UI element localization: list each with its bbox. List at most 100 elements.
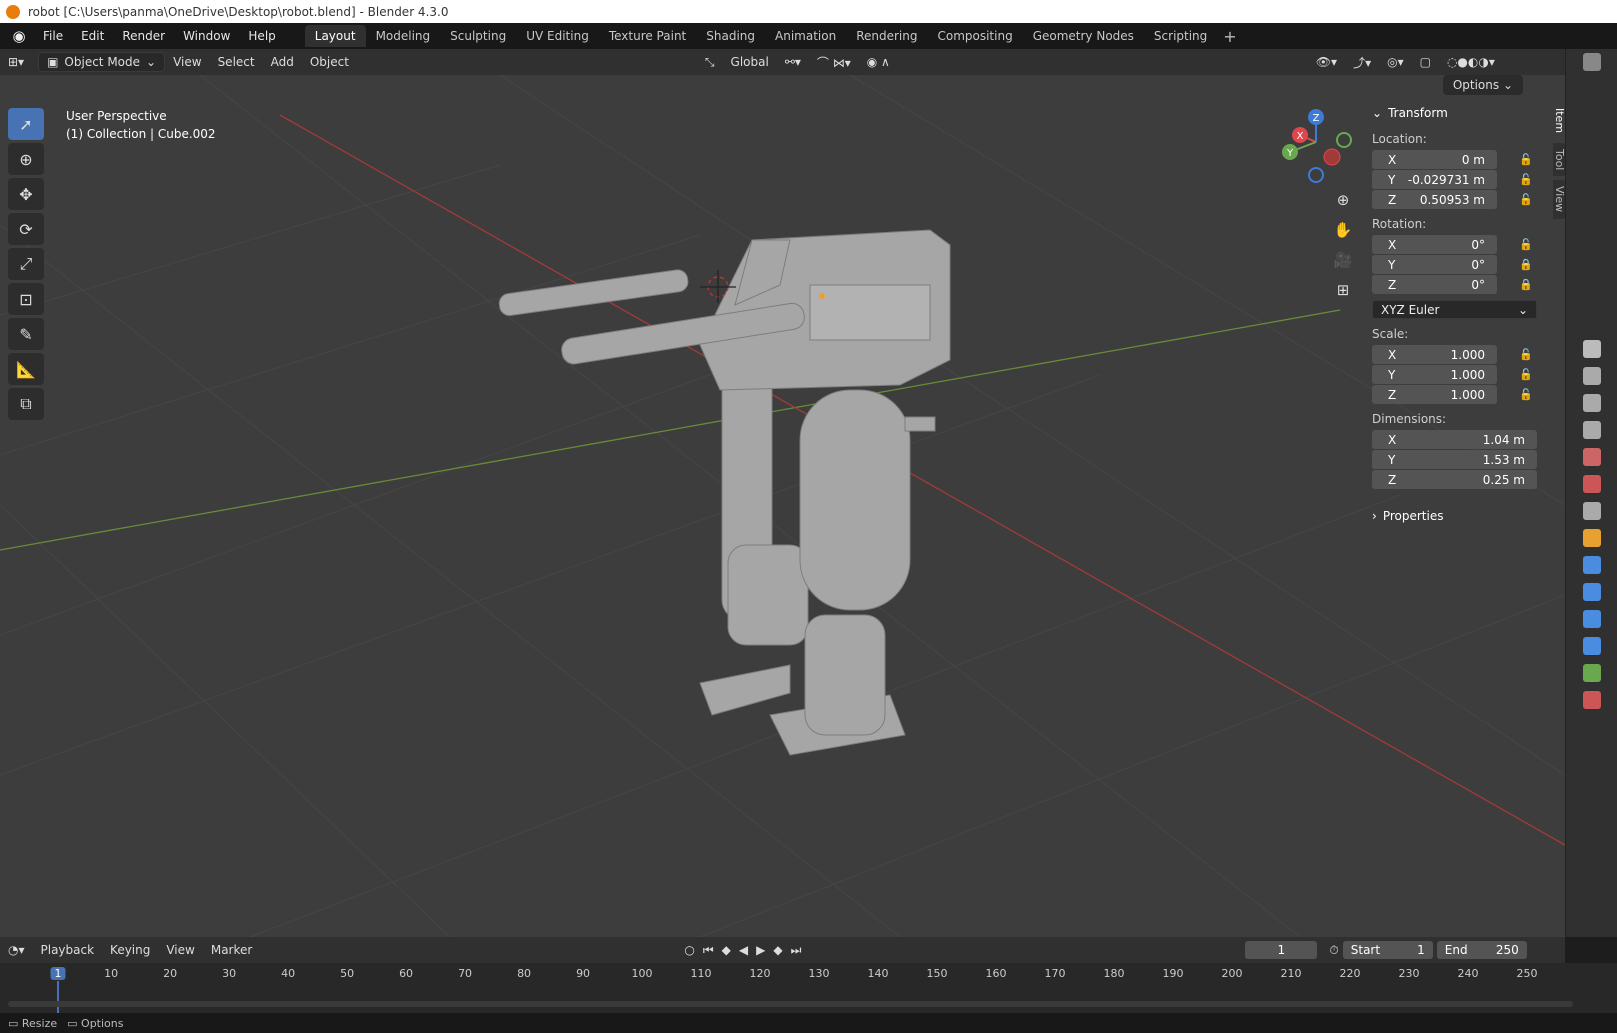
pan-hand-icon[interactable]: ✋ — [1330, 217, 1356, 243]
next-keyframe-icon[interactable]: ◆ — [769, 943, 786, 957]
menu-file[interactable]: File — [34, 23, 72, 49]
tab-compositing[interactable]: Compositing — [927, 25, 1022, 47]
timeline-editor-icon[interactable]: ◔▾ — [0, 943, 33, 957]
physics-icon[interactable] — [1583, 610, 1601, 628]
transform-tool-icon[interactable]: ⊡ — [8, 283, 44, 315]
add-cube-tool-icon[interactable]: ⧉ — [8, 388, 44, 420]
lock-icon[interactable]: 🔒 — [1519, 258, 1533, 271]
tab-sculpting[interactable]: Sculpting — [440, 25, 516, 47]
location-z-field[interactable]: Z 0.50953 m — [1372, 190, 1497, 209]
timeline-menu-marker[interactable]: Marker — [203, 943, 260, 957]
menu-help[interactable]: Help — [239, 23, 284, 49]
blender-menu-icon[interactable]: ◉ — [10, 27, 28, 45]
current-frame-field[interactable]: 1 — [1245, 941, 1318, 959]
tab-tool[interactable]: Tool — [1553, 143, 1565, 177]
timeline-ruler[interactable]: 1 10 20 30 40 50 60 70 80 90 100 110 120 130 140 150 160… — [0, 963, 1617, 1013]
rotation-z-field[interactable]: Z 0° — [1372, 275, 1497, 294]
gizmo-icon[interactable]: ⤴▾ — [1345, 54, 1379, 71]
orientation-dropdown[interactable]: Global — [723, 55, 777, 69]
scale-x-field[interactable]: X 1.000 — [1372, 345, 1497, 364]
robot-model[interactable] — [498, 229, 951, 756]
jump-end-icon[interactable]: ⏭ — [787, 943, 806, 958]
prev-keyframe-icon[interactable]: ◆ — [718, 943, 735, 957]
header-menu-view[interactable]: View — [165, 55, 209, 69]
snap-icon[interactable]: ⌒ ⋈▾ — [809, 54, 859, 71]
dimensions-z-field[interactable]: Z 0.25 m — [1372, 470, 1537, 489]
proportional-edit-icon[interactable]: ◉ ∧ — [859, 55, 898, 69]
menu-edit[interactable]: Edit — [72, 23, 113, 49]
tab-scripting[interactable]: Scripting — [1144, 25, 1217, 47]
select-box-tool-icon[interactable]: ➚ — [8, 108, 44, 140]
transform-panel-header[interactable]: ⌄ Transform — [1372, 106, 1552, 120]
unlock-icon[interactable]: 🔓 — [1519, 388, 1533, 401]
properties-panel-header[interactable]: › Properties — [1372, 509, 1552, 523]
navigation-gizmo[interactable]: Z X Y — [1282, 109, 1352, 183]
rotation-y-field[interactable]: Y 0° — [1372, 255, 1497, 274]
scale-tool-icon[interactable]: ⤢ — [8, 248, 44, 280]
unlock-icon[interactable]: 🔓 — [1519, 193, 1533, 206]
play-reverse-icon[interactable]: ◀ — [735, 943, 752, 957]
lock-icon[interactable]: 🔒 — [1519, 278, 1533, 291]
scene-properties-icon[interactable] — [1583, 448, 1601, 466]
header-menu-add[interactable]: Add — [263, 55, 302, 69]
unlock-icon[interactable]: 🔓 — [1519, 173, 1533, 186]
camera-view-icon[interactable]: 🎥 — [1330, 247, 1356, 273]
data-properties-icon[interactable] — [1583, 664, 1601, 682]
annotate-tool-icon[interactable]: ✎ — [8, 318, 44, 350]
material-properties-icon[interactable] — [1583, 691, 1601, 709]
tab-geometry-nodes[interactable]: Geometry Nodes — [1023, 25, 1144, 47]
location-y-field[interactable]: Y -0.029731 m — [1372, 170, 1497, 189]
outliner-icon[interactable] — [1583, 53, 1601, 71]
unlock-icon[interactable]: 🔓 — [1519, 368, 1533, 381]
tab-uv-editing[interactable]: UV Editing — [516, 25, 599, 47]
timeline-menu-view[interactable]: View — [158, 943, 202, 957]
tab-modeling[interactable]: Modeling — [366, 25, 441, 47]
timeline-scrollbar[interactable] — [8, 1001, 1573, 1007]
timeline-menu-playback[interactable]: Playback — [33, 943, 103, 957]
dimensions-y-field[interactable]: Y 1.53 m — [1372, 450, 1537, 469]
record-icon[interactable]: ○ — [680, 943, 698, 957]
end-frame-field[interactable]: End 250 — [1436, 941, 1527, 959]
playhead[interactable] — [57, 981, 59, 1013]
measure-tool-icon[interactable]: 📐 — [8, 353, 44, 385]
particles-icon[interactable] — [1583, 583, 1601, 601]
rotation-x-field[interactable]: X 0° — [1372, 235, 1497, 254]
clock-icon[interactable]: ⏱ — [1325, 943, 1342, 958]
unlock-icon[interactable]: 🔓 — [1519, 348, 1533, 361]
constraints-icon[interactable] — [1583, 637, 1601, 655]
menu-window[interactable]: Window — [174, 23, 239, 49]
output-properties-icon[interactable] — [1583, 394, 1601, 412]
tab-shading[interactable]: Shading — [696, 25, 765, 47]
tab-item[interactable]: Item — [1553, 102, 1565, 140]
perspective-toggle-icon[interactable]: ⊞ — [1330, 277, 1356, 303]
collection-properties-icon[interactable] — [1583, 502, 1601, 520]
add-workspace-icon[interactable]: + — [1217, 27, 1236, 46]
tab-view[interactable]: View — [1553, 180, 1565, 219]
modifier-properties-icon[interactable] — [1583, 556, 1601, 574]
view-layer-icon[interactable] — [1583, 421, 1601, 439]
cursor-tool-icon[interactable]: ⊕ — [8, 143, 44, 175]
zoom-icon[interactable]: ⊕ — [1330, 187, 1356, 213]
tab-layout[interactable]: Layout — [304, 25, 366, 47]
move-tool-icon[interactable]: ✥ — [8, 178, 44, 210]
scale-z-field[interactable]: Z 1.000 — [1372, 385, 1497, 404]
unlock-icon[interactable]: 🔓 — [1519, 153, 1533, 166]
shading-modes-icon[interactable]: ◌●◐◑▾ — [1439, 55, 1503, 69]
xray-icon[interactable]: ▢ — [1412, 55, 1439, 69]
header-menu-select[interactable]: Select — [210, 55, 263, 69]
start-frame-field[interactable]: Start 1 — [1342, 941, 1433, 959]
jump-start-icon[interactable]: ⏮ — [699, 943, 718, 958]
tool-settings-icon[interactable] — [1583, 340, 1601, 358]
world-properties-icon[interactable] — [1583, 475, 1601, 493]
tab-rendering[interactable]: Rendering — [846, 25, 927, 47]
unlock-icon[interactable]: 🔓 — [1519, 238, 1533, 251]
tab-texture-paint[interactable]: Texture Paint — [599, 25, 696, 47]
header-menu-object[interactable]: Object — [302, 55, 357, 69]
pivot-icon[interactable]: ⚯▾ — [777, 55, 809, 69]
scale-y-field[interactable]: Y 1.000 — [1372, 365, 1497, 384]
editor-type-icon[interactable]: ⊞▾ — [0, 55, 32, 69]
render-properties-icon[interactable] — [1583, 367, 1601, 385]
play-icon[interactable]: ▶ — [752, 943, 769, 957]
options-dropdown[interactable]: Options ⌄ — [1442, 75, 1523, 95]
location-x-field[interactable]: X0 m — [1372, 150, 1497, 169]
